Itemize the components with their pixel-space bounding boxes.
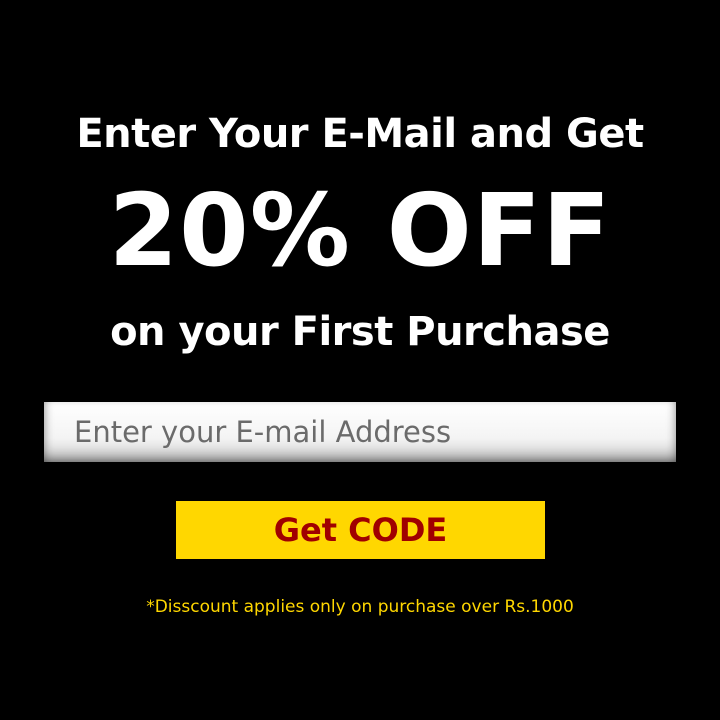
discount-offer: 20% OFF	[108, 172, 612, 289]
promo-subline: on your First Purchase	[110, 309, 610, 355]
discount-disclaimer: *Disscount applies only on purchase over…	[146, 597, 574, 617]
promo-headline: Enter Your E-Mail and Get	[76, 111, 644, 157]
get-code-button[interactable]: Get CODE	[176, 501, 545, 559]
email-input[interactable]	[44, 402, 676, 462]
promo-page: Enter Your E-Mail and Get 20% OFF on you…	[0, 0, 720, 720]
